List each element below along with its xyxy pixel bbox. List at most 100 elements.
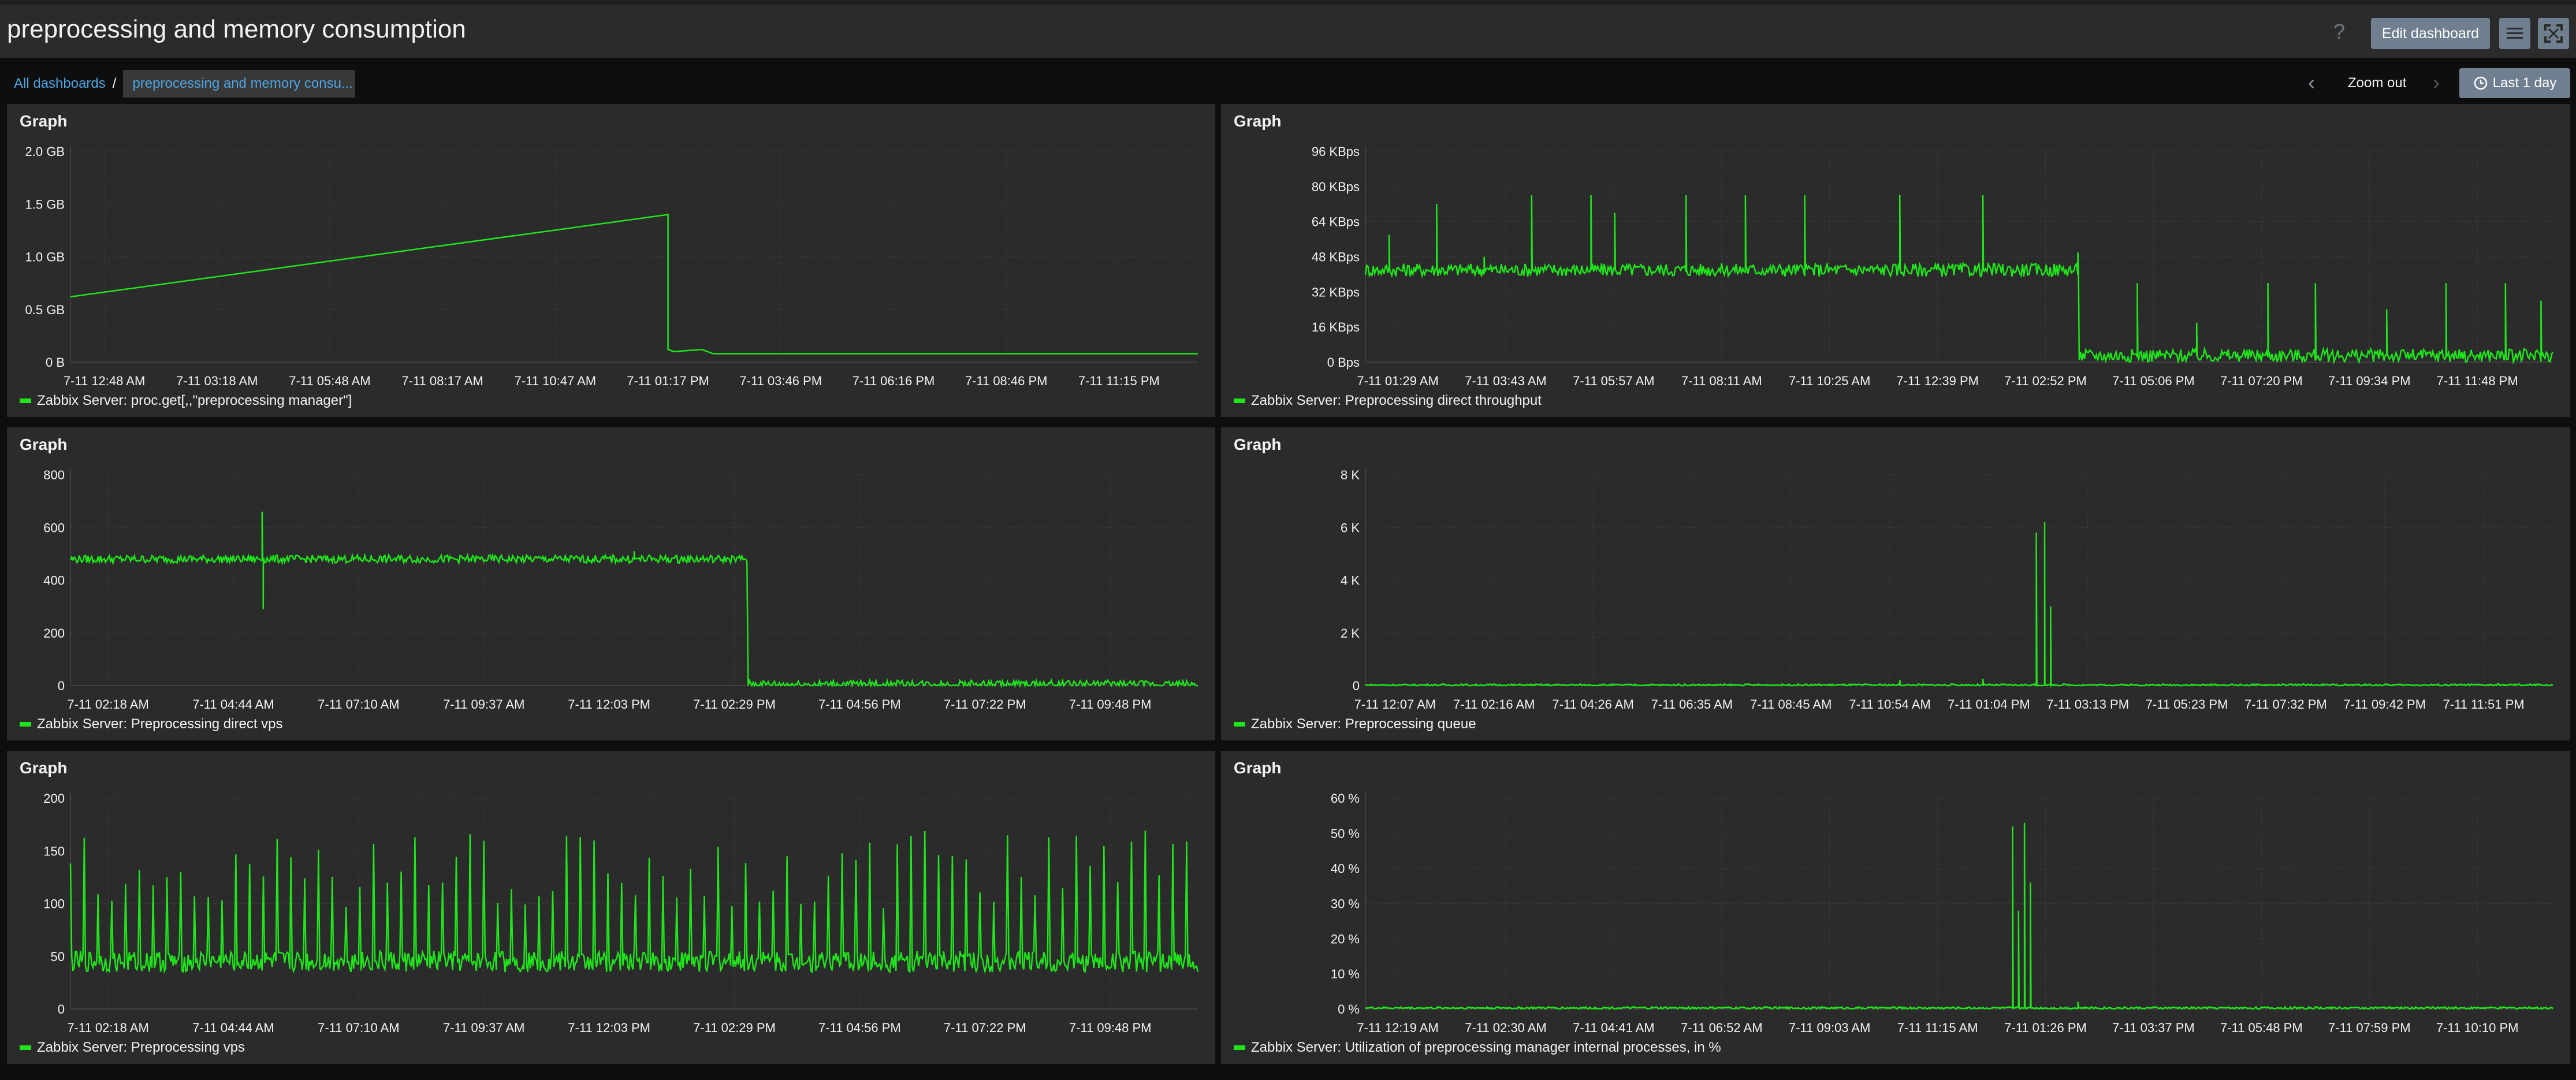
time-period-button[interactable]: Last 1 day bbox=[2459, 68, 2570, 98]
graph-legend: Zabbix Server: Preprocessing direct thro… bbox=[1234, 393, 1542, 409]
legend-swatch bbox=[1234, 722, 1245, 727]
x-tick-label: 7-11 05:48 AM bbox=[289, 374, 370, 388]
x-tick-label: 7-11 09:42 PM bbox=[2343, 697, 2426, 712]
graph-canvas[interactable]: 200 150 100 50 07-11 02:18 AM 7-11 04:44 AM 7-… bbox=[7, 751, 1215, 1064]
legend-label: Zabbix Server: Preprocessing vps bbox=[37, 1040, 245, 1055]
graph-legend: Zabbix Server: proc.get[,,"preprocessing… bbox=[20, 393, 352, 409]
x-tick-label: 7-11 12:48 AM bbox=[64, 374, 145, 388]
fullscreen-button[interactable] bbox=[2538, 18, 2569, 49]
x-tick-label: 7-11 04:56 PM bbox=[818, 697, 901, 712]
graph-legend: Zabbix Server: Utilization of preprocess… bbox=[1234, 1040, 1721, 1056]
y-tick-label: 20 % bbox=[1331, 932, 1360, 946]
x-tick-label: 7-11 07:32 PM bbox=[2244, 697, 2327, 712]
y-tick-label: 16 KBps bbox=[1312, 320, 1360, 334]
chevron-right-icon[interactable]: › bbox=[2433, 70, 2440, 95]
x-tick-label: 7-11 04:41 AM bbox=[1573, 1021, 1654, 1035]
x-tick-label: 7-11 05:06 PM bbox=[2112, 374, 2195, 388]
x-tick-label: 7-11 04:44 AM bbox=[192, 697, 274, 712]
legend-label: Zabbix Server: Preprocessing direct thro… bbox=[1251, 393, 1542, 408]
series-line bbox=[1364, 195, 2554, 365]
x-tick-label: 7-11 10:10 PM bbox=[2436, 1021, 2519, 1035]
graph-canvas[interactable]: 60 % 50 % 40 % 30 % 20 % 10 % 0 % 7-11 12:19 AM… bbox=[1221, 751, 2570, 1064]
y-tick-label: 6 K bbox=[1341, 520, 1360, 535]
x-tick-label: 7-11 12:03 PM bbox=[568, 697, 650, 712]
x-tick-label: 7-11 09:34 PM bbox=[2328, 374, 2411, 388]
y-tick-label: 50 bbox=[51, 949, 65, 964]
graph-canvas[interactable]: 2.0 GB 1.5 GB 1.0 GB 0.5 GB 0 B 7-11 12:48 AM… bbox=[7, 104, 1215, 417]
y-tick-label: 32 KBps bbox=[1312, 285, 1360, 299]
y-tick-label: 0 B bbox=[46, 355, 65, 370]
breadcrumb-separator: / bbox=[112, 76, 117, 91]
y-tick-label: 96 KBps bbox=[1312, 144, 1360, 159]
x-tick-label: 7-11 06:16 PM bbox=[853, 374, 935, 388]
x-tick-label: 7-11 08:45 AM bbox=[1750, 697, 1832, 712]
y-tick-label: 0.5 GB bbox=[25, 303, 65, 317]
y-tick-label: 100 bbox=[43, 897, 65, 911]
x-tick-label: 7-11 11:48 PM bbox=[2437, 374, 2518, 388]
y-tick-label: 0 bbox=[1353, 679, 1360, 693]
graph-canvas[interactable]: 8 K 6 K 4 K 2 K 0 7-11 12:07 AM 7-11 02:16 AM 7… bbox=[1221, 427, 2570, 740]
legend-label: Zabbix Server: Utilization of preprocess… bbox=[1251, 1040, 1721, 1055]
y-tick-label: 8 K bbox=[1341, 468, 1360, 482]
fullscreen-icon bbox=[2544, 24, 2563, 43]
breadcrumb: All dashboards / preprocessing and memor… bbox=[14, 70, 356, 98]
graph-legend: Zabbix Server: Preprocessing vps bbox=[20, 1040, 245, 1056]
y-tick-label: 2 K bbox=[1341, 626, 1360, 640]
x-tick-label: 7-11 05:23 PM bbox=[2146, 697, 2228, 712]
x-tick-label: 7-11 06:35 AM bbox=[1651, 697, 1733, 712]
x-tick-label: 7-11 02:29 PM bbox=[693, 1021, 776, 1035]
dashboard-header: preprocessing and memory consumption ? E… bbox=[0, 0, 2576, 58]
x-tick-label: 7-11 03:46 PM bbox=[739, 374, 822, 388]
page-title: preprocessing and memory consumption bbox=[7, 15, 466, 43]
x-tick-label: 7-11 09:48 PM bbox=[1069, 1021, 1152, 1035]
x-tick-label: 7-11 09:37 AM bbox=[443, 1021, 524, 1035]
edit-dashboard-button[interactable]: Edit dashboard bbox=[2371, 18, 2490, 49]
x-tick-label: 7-11 07:22 PM bbox=[944, 1021, 1026, 1035]
menu-button[interactable] bbox=[2499, 18, 2530, 49]
x-tick-label: 7-11 09:37 AM bbox=[443, 697, 524, 712]
x-tick-label: 7-11 08:11 AM bbox=[1681, 374, 1762, 388]
x-tick-label: 7-11 12:19 AM bbox=[1357, 1021, 1438, 1035]
x-tick-label: 7-11 04:26 AM bbox=[1552, 697, 1633, 712]
y-tick-label: 200 bbox=[43, 791, 65, 806]
x-tick-label: 7-11 11:15 AM bbox=[1897, 1021, 1978, 1035]
x-tick-label: 7-11 01:26 PM bbox=[2004, 1021, 2087, 1035]
help-icon[interactable]: ? bbox=[2333, 20, 2345, 44]
x-tick-label: 7-11 12:39 PM bbox=[1896, 374, 1979, 388]
x-tick-label: 7-11 07:59 PM bbox=[2328, 1021, 2411, 1035]
breadcrumb-current-dashboard[interactable]: preprocessing and memory consu... bbox=[123, 70, 356, 98]
graph-canvas[interactable]: 96 KBps 80 KBps 64 KBps 48 KBps 32 KBps 16 KB… bbox=[1221, 104, 2570, 417]
legend-label: Zabbix Server: Preprocessing queue bbox=[1251, 716, 1476, 732]
y-tick-label: 10 % bbox=[1331, 967, 1360, 981]
x-tick-label: 7-11 10:54 AM bbox=[1849, 697, 1930, 712]
legend-swatch bbox=[20, 399, 31, 403]
y-tick-label: 0 Bps bbox=[1327, 355, 1360, 370]
series-line bbox=[69, 511, 1198, 688]
y-tick-label: 4 K bbox=[1341, 573, 1360, 588]
graph-canvas[interactable]: 800 600 400 200 07-11 02:18 AM 7-11 04:44 AM 7… bbox=[7, 427, 1215, 740]
graph-legend: Zabbix Server: Preprocessing direct vps bbox=[20, 716, 283, 732]
zoom-out-button[interactable]: Zoom out bbox=[2348, 75, 2406, 91]
x-tick-label: 7-11 07:22 PM bbox=[944, 697, 1026, 712]
x-tick-label: 7-11 07:20 PM bbox=[2220, 374, 2303, 388]
graph-widget-direct-vps: Graph 800 600 400 200 0 7-11 02:18 AM 7-11 04:… bbox=[7, 427, 1215, 740]
x-tick-label: 7-11 07:10 AM bbox=[318, 697, 399, 712]
x-tick-label: 7-11 01:04 PM bbox=[1948, 697, 2030, 712]
x-tick-label: 7-11 11:15 PM bbox=[1078, 374, 1160, 388]
y-tick-label: 1.5 GB bbox=[25, 197, 65, 211]
chevron-left-icon[interactable]: ‹ bbox=[2308, 70, 2315, 95]
y-tick-label: 0 bbox=[58, 679, 65, 693]
y-tick-label: 400 bbox=[43, 573, 65, 588]
breadcrumb-all-dashboards[interactable]: All dashboards bbox=[14, 76, 106, 92]
series-line bbox=[1365, 522, 2553, 688]
x-tick-label: 7-11 10:47 AM bbox=[515, 374, 596, 388]
x-tick-label: 7-11 10:25 AM bbox=[1789, 374, 1870, 388]
series-line bbox=[70, 214, 1198, 355]
y-tick-label: 2.0 GB bbox=[25, 144, 65, 159]
x-tick-label: 7-11 03:13 PM bbox=[2046, 697, 2129, 712]
clock-icon bbox=[2474, 76, 2487, 90]
legend-swatch bbox=[20, 722, 31, 727]
x-tick-label: 7-11 01:17 PM bbox=[627, 374, 709, 388]
graph-widget-vps: Graph 200 150 100 50 0 7-11 02:18 AM 7-11 04:4… bbox=[7, 751, 1215, 1064]
x-tick-label: 7-11 08:17 AM bbox=[401, 374, 483, 388]
